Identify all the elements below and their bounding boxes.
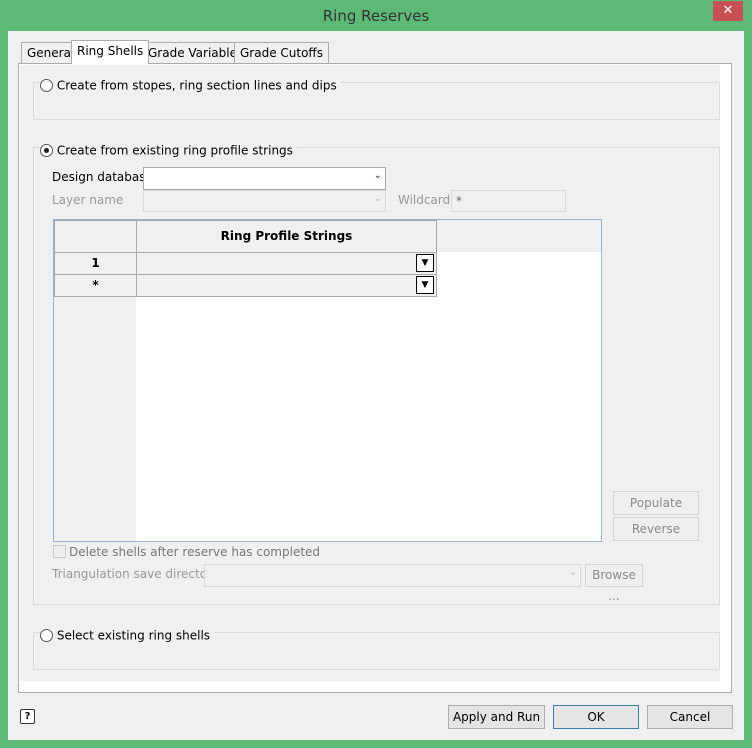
cancel-button[interactable]: Cancel [647, 705, 733, 729]
layer-name-combo[interactable]: ⌄ [143, 190, 386, 212]
close-button[interactable]: ✕ [713, 1, 743, 21]
grid-corner [54, 220, 137, 253]
tab-grade-cutoffs[interactable]: Grade Cutoffs [234, 42, 329, 64]
apply-and-run-button[interactable]: Apply and Run [448, 705, 545, 729]
row-header[interactable]: * [54, 274, 137, 297]
existing-radio[interactable]: Create from existing ring profile string… [40, 143, 297, 158]
delete-shells-label: Delete shells after reserve has complete… [69, 545, 321, 559]
triangulation-combo[interactable]: ⌄ [204, 564, 581, 587]
populate-button[interactable]: Populate [613, 491, 699, 515]
row-header[interactable]: 1 [54, 252, 137, 275]
wildcard-input[interactable]: * [451, 190, 566, 212]
window-title: Ring Reserves [322, 7, 430, 25]
select-radio[interactable]: Select existing ring shells [40, 628, 215, 643]
radio-icon[interactable] [40, 79, 53, 92]
delete-shells-checkbox[interactable] [53, 545, 66, 558]
chevron-down-icon: ⌄ [373, 170, 382, 181]
layer-name-label: Layer name [52, 193, 124, 207]
radio-icon[interactable] [40, 629, 53, 642]
help-icon[interactable]: ? [20, 709, 35, 724]
browse-button[interactable]: Browse ... [585, 564, 643, 603]
wildcard-label: Wildcard [398, 193, 451, 207]
grid-cell[interactable] [136, 274, 437, 297]
dropdown-arrow-icon[interactable]: ▼ [416, 276, 434, 294]
radio-icon[interactable] [40, 144, 53, 157]
ok-button[interactable]: OK [553, 705, 639, 729]
dropdown-arrow-icon[interactable]: ▼ [416, 254, 434, 272]
reverse-button[interactable]: Reverse [613, 517, 699, 541]
existing-label: Create from existing ring profile string… [56, 143, 293, 158]
chevron-down-icon: ⌄ [373, 193, 382, 204]
grid-cell[interactable] [136, 252, 437, 275]
select-label: Select existing ring shells [56, 628, 211, 643]
triangulation-label: Triangulation save directory [52, 567, 220, 581]
design-database-label: Design database [52, 170, 153, 184]
tab-ring-shells[interactable]: Ring Shells [71, 40, 150, 64]
column-header[interactable]: Ring Profile Strings [136, 220, 437, 253]
stopes-label: Create from stopes, ring section lines a… [56, 78, 337, 93]
chevron-down-icon: ⌄ [568, 567, 577, 578]
design-database-combo[interactable]: ⌄ [143, 167, 386, 190]
stopes-radio[interactable]: Create from stopes, ring section lines a… [40, 78, 341, 93]
ring-profile-grid[interactable]: Ring Profile Strings 1 ▼ * ▼ [53, 219, 602, 542]
